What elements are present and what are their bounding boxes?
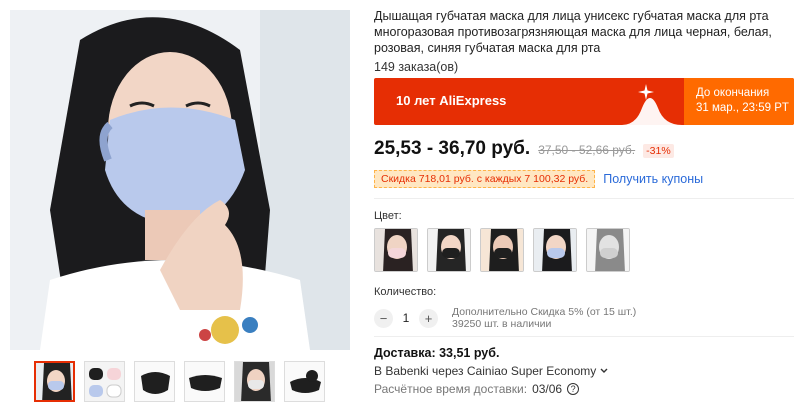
quantity-value[interactable]: 1 [393,311,419,325]
promo-title: 10 лет AliExpress [396,93,507,108]
eta-label: Расчётное время доставки: [374,382,528,396]
thumbnail-2[interactable] [84,361,125,402]
quantity-label: Количество: [374,286,437,298]
coupon-tag: Скидка 718,01 руб. с каждых 7 100,32 руб… [374,170,596,188]
white-mask-swatch [375,229,417,271]
blue-mask-swatch-2 [534,229,576,271]
orders-count: 149 заказа(ов) [374,60,459,74]
eta-value: 03/06 [532,382,563,396]
color-option-white[interactable] [374,228,418,272]
color-option-blue[interactable] [427,228,471,272]
discount-badge: -31% [643,144,674,158]
thumbnail-6[interactable] [284,361,325,402]
black-mask-swatch [481,229,523,271]
promo-banner[interactable]: 10 лет AliExpress До окончания 31 мар., … [374,78,794,125]
black-mask-flat-thumb [185,362,224,401]
black-mask-thumb [135,362,174,401]
old-price: 37,50 - 52,66 руб. [538,143,636,157]
current-price: 25,53 - 36,70 руб. [374,138,531,159]
divider [374,336,794,337]
shipping-method-text: В Babenki через Cainiao Super Economy [374,364,597,378]
bulk-discount-note: Дополнительно Скидка 5% (от 15 шт.) [452,306,637,318]
divider [374,198,794,199]
color-option-blue-2[interactable] [533,228,577,272]
thumbnail-4[interactable] [184,361,225,402]
four-masks-thumb [85,362,124,401]
countdown-label: До окончания [696,87,770,99]
gray-mask-swatch [587,229,629,271]
thumbnail-strip [34,361,325,402]
promo-countdown: До окончания 31 мар., 23:59 PT [684,78,794,125]
delivery-estimate: Расчётное время доставки: 03/06 ? [374,382,580,396]
shipping-cost: Доставка: 33,51 руб. [374,346,500,360]
shipping-method[interactable]: В Babenki через Cainiao Super Economy [374,364,609,378]
price-row: 25,53 - 36,70 руб. 37,50 - 52,66 руб. -3… [374,138,674,160]
thumbnail-1[interactable] [34,361,75,402]
main-product-image[interactable] [10,10,350,350]
help-icon[interactable]: ? [567,383,580,395]
thumbnail-5[interactable] [234,361,275,402]
quantity-note: Дополнительно Скидка 5% (от 15 шт.) 3925… [452,306,636,330]
increase-quantity-button[interactable]: + [419,308,438,328]
chevron-down-icon [600,368,608,373]
sparkle-icon [638,84,654,100]
product-title: Дышащая губчатая маска для лица унисекс … [374,9,772,55]
model-blue-mask-thumb [36,363,73,400]
color-swatches [374,228,630,272]
decrease-quantity-button[interactable]: − [374,308,393,328]
stock-count: 39250 шт. в наличии [452,318,552,330]
black-mask-rolled-thumb [285,362,324,401]
color-option-gray[interactable] [586,228,630,272]
blue-mask-swatch [428,229,470,271]
countdown-date: 31 мар., 23:59 PT [696,102,789,114]
product-info: Дышащая губчатая маска для лица унисекс … [374,8,794,74]
coupon-row: Скидка 718,01 руб. с каждых 7 100,32 руб… [374,170,703,188]
model-photo [10,10,350,350]
model-mask-thumb-2 [235,362,274,401]
color-label: Цвет: [374,210,402,222]
thumbnail-3[interactable] [134,361,175,402]
quantity-stepper: − 1 + Дополнительно Скидка 5% (от 15 шт.… [374,306,636,330]
color-option-black[interactable] [480,228,524,272]
get-coupons-link[interactable]: Получить купоны [603,172,703,186]
